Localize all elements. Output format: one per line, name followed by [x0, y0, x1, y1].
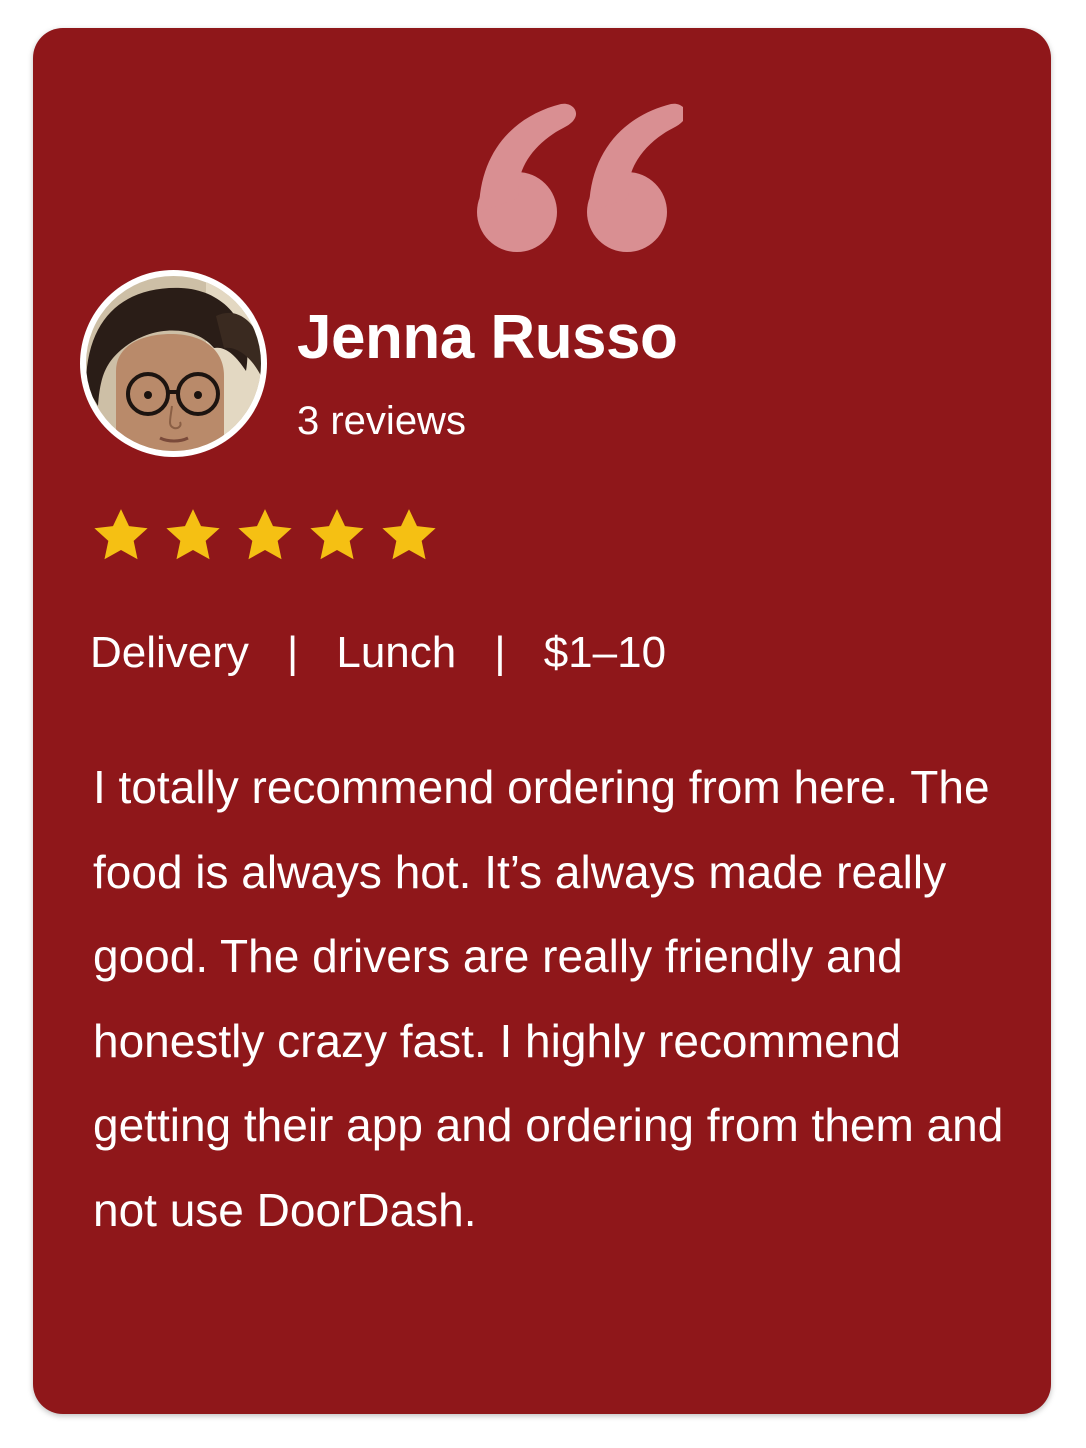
star-icon: [310, 509, 364, 560]
review-body: I totally recommend ordering from here. …: [93, 761, 1004, 1236]
star-icon: [238, 509, 292, 560]
review-card: Jenna Russo 3 reviews Delivery | Lunch |…: [33, 28, 1051, 1414]
review-count: 3 reviews: [297, 399, 466, 443]
star-rating: [90, 505, 440, 567]
tag-meal: Lunch: [336, 628, 457, 677]
tag-separator: |: [494, 628, 506, 677]
star-icon: [166, 509, 220, 560]
reviewer-name: Jenna Russo: [297, 303, 678, 372]
quote-icon: [477, 103, 683, 252]
tag-order-type: Delivery: [90, 628, 249, 677]
tag-price: $1–10: [543, 628, 667, 677]
tag-separator: |: [286, 628, 299, 677]
review-tags: Delivery | Lunch | $1–10: [90, 628, 666, 678]
avatar: [80, 270, 267, 457]
star-icon: [94, 509, 148, 560]
star-icon: [382, 509, 436, 560]
